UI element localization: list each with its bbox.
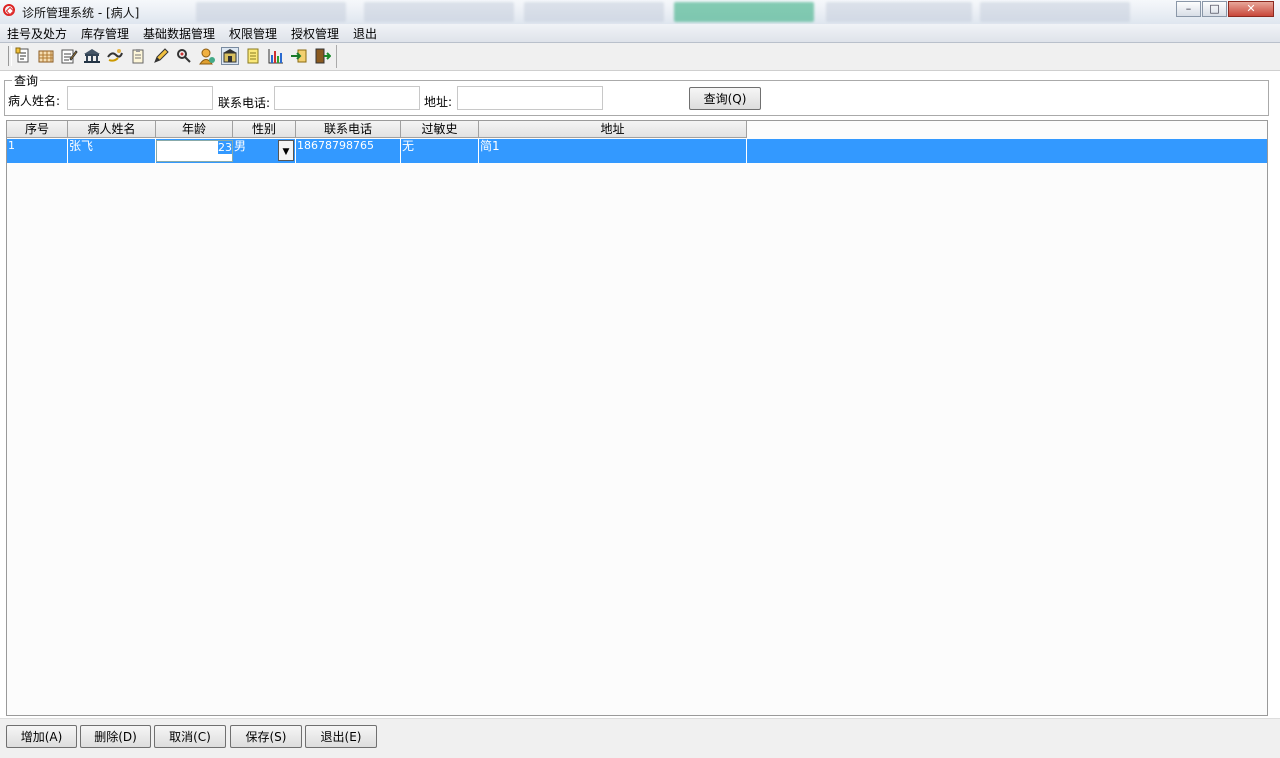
clipboard-icon[interactable]	[129, 47, 147, 65]
column-header-address[interactable]: 地址	[479, 121, 747, 138]
cancel-button[interactable]: 取消(C)	[154, 725, 226, 748]
delete-button[interactable]: 删除(D)	[80, 725, 151, 748]
maximize-button[interactable]: □	[1202, 1, 1227, 17]
menu-authorization[interactable]: 授权管理	[291, 25, 339, 42]
app-logo-icon	[3, 4, 15, 16]
patient-name-input[interactable]	[67, 86, 213, 110]
gender-value: 男	[234, 139, 247, 153]
address-label: 地址:	[424, 95, 453, 109]
column-header-gender[interactable]: 性别	[233, 121, 296, 138]
calendar-icon[interactable]	[37, 47, 55, 65]
column-header-phone[interactable]: 联系电话	[296, 121, 401, 138]
exit-door-icon[interactable]	[313, 47, 332, 65]
toolbar-separator	[336, 45, 337, 68]
toolbar-grip[interactable]	[8, 46, 12, 66]
registration-icon[interactable]	[14, 47, 32, 65]
add-button[interactable]: 增加(A)	[6, 725, 77, 748]
query-legend: 查询	[12, 72, 41, 89]
handshake-icon[interactable]	[106, 47, 124, 65]
background-tab	[826, 2, 972, 22]
login-icon[interactable]	[290, 47, 308, 65]
age-edit-field[interactable]: 23	[156, 140, 233, 162]
toolbar	[0, 43, 1280, 71]
window-title: 诊所管理系统 - [病人]	[22, 6, 140, 20]
cell-allergy[interactable]: 无	[401, 139, 479, 163]
table-row[interactable]: 1 张飞 23 男 ▼ 18678798765 无 简1	[7, 139, 1267, 163]
patient-name-label: 病人姓名:	[8, 94, 61, 108]
cell-phone[interactable]: 18678798765	[296, 139, 401, 163]
age-selected-value: 23	[218, 141, 232, 154]
phone-input[interactable]	[274, 86, 420, 110]
exit-button[interactable]: 退出(E)	[305, 725, 377, 748]
query-button[interactable]: 查询(Q)	[689, 87, 761, 110]
close-button[interactable]: ✕	[1228, 1, 1274, 17]
menu-exit[interactable]: 退出	[353, 25, 377, 42]
cell-name[interactable]: 张飞	[68, 139, 156, 163]
background-tab	[524, 2, 664, 22]
background-tab	[674, 2, 814, 22]
menu-base-data[interactable]: 基础数据管理	[143, 25, 215, 42]
address-input[interactable]	[457, 86, 603, 110]
cell-address[interactable]: 简1	[479, 139, 747, 163]
pencil-icon[interactable]	[152, 47, 170, 65]
column-header-age[interactable]: 年龄	[156, 121, 233, 138]
bar-chart-icon[interactable]	[267, 47, 285, 65]
user-icon[interactable]	[198, 47, 216, 65]
menu-permissions[interactable]: 权限管理	[229, 25, 277, 42]
column-header-name[interactable]: 病人姓名	[68, 121, 156, 138]
background-tab	[980, 2, 1130, 22]
minimize-button[interactable]: –	[1176, 1, 1201, 17]
patient-grid[interactable]: 序号 病人姓名 年龄 性别 联系电话 过敏史 地址 1 张飞 23 男 ▼ 18…	[6, 120, 1268, 716]
notes-icon[interactable]	[244, 47, 262, 65]
background-tab	[196, 2, 346, 22]
chevron-down-icon[interactable]: ▼	[278, 140, 294, 161]
pharmacy-icon[interactable]	[221, 47, 239, 65]
background-tab	[364, 2, 514, 22]
menu-bar: 挂号及处方 库存管理 基础数据管理 权限管理 授权管理 退出	[0, 24, 1280, 43]
title-bar: 诊所管理系统 - [病人] – □ ✕	[0, 0, 1280, 25]
menu-inventory[interactable]: 库存管理	[81, 25, 129, 42]
column-header-allergy[interactable]: 过敏史	[401, 121, 479, 138]
edit-form-icon[interactable]	[60, 47, 78, 65]
menu-registration[interactable]: 挂号及处方	[7, 25, 67, 42]
cell-no[interactable]: 1	[7, 139, 68, 163]
column-header-no[interactable]: 序号	[7, 121, 68, 138]
search-person-icon[interactable]	[175, 47, 193, 65]
save-button[interactable]: 保存(S)	[230, 725, 302, 748]
bank-icon[interactable]	[83, 47, 101, 65]
phone-label: 联系电话:	[218, 96, 271, 110]
